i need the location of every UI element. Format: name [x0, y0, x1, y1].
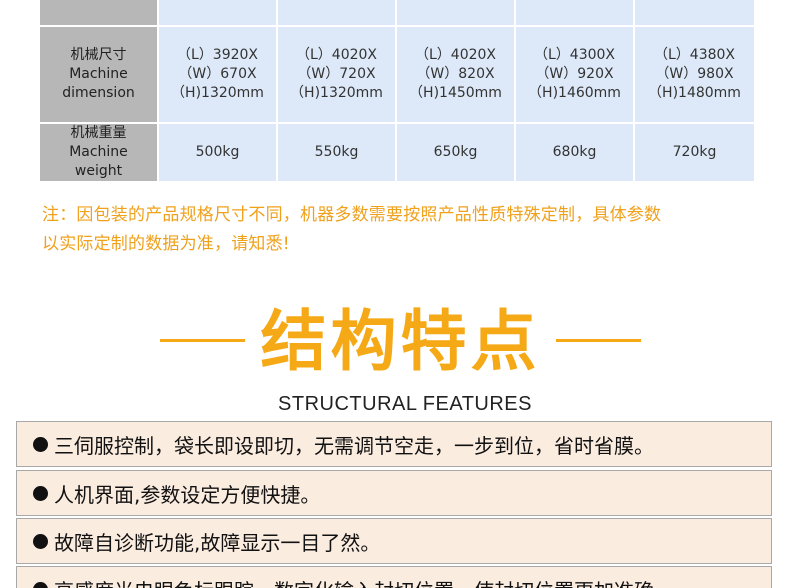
feature-text: 高感度光电眼色标跟踪，数字化输入封切位置，使封切位置更加准确。: [54, 575, 674, 588]
cell-line: （L）4300X: [533, 47, 616, 63]
bullet-icon: [33, 533, 48, 549]
spec-cell: （L）4300X （W）920X （H)1460mm: [516, 27, 635, 124]
spec-cell: （L）4380X （W）980X （H)1480mm: [635, 27, 754, 124]
cell-line: 500kg: [195, 144, 240, 160]
spec-cell: 650kg: [397, 124, 516, 183]
header-line: Machine: [69, 144, 128, 160]
feature-item: 三伺服控制，袋长即设即切，无需调节空走，一步到位，省时省膜。: [16, 421, 772, 467]
spec-row-header: 机械重量 Machine weight: [40, 124, 159, 183]
cell-line: （H)1320mm: [171, 85, 264, 101]
feature-item: 人机界面,参数设定方便快捷。: [16, 470, 772, 516]
cell-line: （L）3920X: [176, 47, 259, 63]
section-title: 结构特点: [260, 303, 541, 380]
bullet-icon: [33, 581, 48, 588]
note-line: 注：因包装的产品规格尺寸不同，机器多数需要按照产品性质特殊定制，具体参数: [42, 205, 662, 225]
cell-line: （H)1320mm: [290, 85, 383, 101]
cell-line: （L）4020X: [295, 47, 378, 63]
bullet-icon: [33, 436, 48, 452]
spec-cell: （L）4020X （W）820X （H)1450mm: [397, 27, 516, 124]
feature-text: 人机界面,参数设定方便快捷。: [54, 482, 321, 507]
header-line: dimension: [62, 85, 135, 101]
cell-line: 720kg: [672, 144, 717, 160]
cell-line: （L）4380X: [653, 47, 736, 63]
heading-divider-right: [556, 339, 641, 342]
spec-cell: 720kg: [635, 124, 754, 183]
spec-cell: [278, 0, 397, 27]
spec-cell: 680kg: [516, 124, 635, 183]
cell-line: （H)1480mm: [648, 85, 741, 101]
spec-row-top: [40, 0, 754, 27]
page: 机械尺寸 Machine dimension （L）3920X （W）670X …: [0, 0, 790, 588]
feature-text: 三伺服控制，袋长即设即切，无需调节空走，一步到位，省时省膜。: [54, 433, 654, 458]
heading-divider-left: [160, 339, 245, 342]
cell-line: （W）820X: [416, 66, 495, 82]
cell-line: （W）980X: [655, 66, 734, 82]
spec-row-header: [40, 0, 159, 27]
spec-row-header: 机械尺寸 Machine dimension: [40, 27, 159, 124]
note-line: 以实际定制的数据为准，请知悉!: [42, 234, 290, 254]
spec-cell: 550kg: [278, 124, 397, 183]
cell-line: （H)1450mm: [409, 85, 502, 101]
cell-line: （W）720X: [297, 66, 376, 82]
cell-line: 650kg: [433, 144, 478, 160]
cell-line: （W）670X: [178, 66, 257, 82]
spec-cell: [516, 0, 635, 27]
header-line: weight: [74, 163, 123, 179]
header-line: Machine: [69, 66, 128, 82]
cell-line: （H)1460mm: [528, 85, 621, 101]
feature-item: 高感度光电眼色标跟踪，数字化输入封切位置，使封切位置更加准确。: [16, 566, 772, 588]
spec-cell: 500kg: [159, 124, 278, 183]
feature-text: 故障自诊断功能,故障显示一目了然。: [54, 530, 381, 555]
spec-row-weight: 机械重量 Machine weight 500kg 550kg 650kg 68…: [40, 124, 754, 183]
cell-line: （L）4020X: [414, 47, 497, 63]
spec-cell: [397, 0, 516, 27]
spec-cell: [635, 0, 754, 27]
spec-cell: （L）3920X （W）670X （H)1320mm: [159, 27, 278, 124]
cell-line: 550kg: [314, 144, 359, 160]
cell-line: （W）920X: [535, 66, 614, 82]
header-line: 机械重量: [70, 125, 127, 141]
bullet-icon: [33, 485, 48, 501]
spec-cell: [159, 0, 278, 27]
spec-row-dimension: 机械尺寸 Machine dimension （L）3920X （W）670X …: [40, 27, 754, 124]
cell-line: 680kg: [552, 144, 597, 160]
customization-note: 注：因包装的产品规格尺寸不同，机器多数需要按照产品性质特殊定制，具体参数 以实际…: [42, 201, 767, 259]
spec-cell: （L）4020X （W）720X （H)1320mm: [278, 27, 397, 124]
section-subtitle: STRUCTURAL FEATURES: [278, 393, 532, 415]
feature-item: 故障自诊断功能,故障显示一目了然。: [16, 518, 772, 564]
header-line: 机械尺寸: [70, 47, 127, 63]
